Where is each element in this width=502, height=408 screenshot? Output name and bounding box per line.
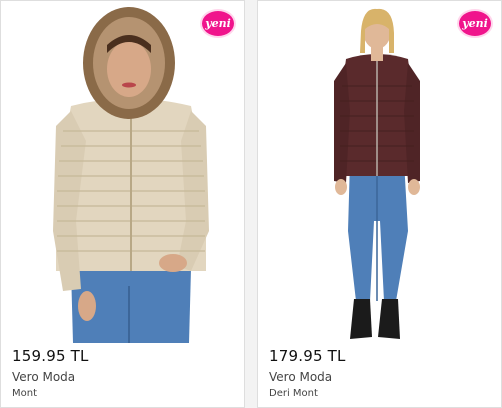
product-image[interactable] (258, 1, 501, 343)
product-price: 159.95 TL (12, 347, 89, 365)
product-card[interactable]: yeni 159.95 TL Vero Moda Mont (0, 0, 245, 408)
new-badge: yeni (457, 9, 493, 38)
product-brand[interactable]: Vero Moda (269, 370, 332, 384)
product-price: 179.95 TL (269, 347, 346, 365)
product-brand[interactable]: Vero Moda (12, 370, 75, 384)
product-card[interactable]: yeni 179.95 TL Vero Moda Deri Mont (257, 0, 502, 408)
product-category: Mont (12, 388, 38, 399)
product-category: Deri Mont (269, 388, 318, 399)
product-image[interactable] (1, 1, 244, 343)
new-badge: yeni (200, 9, 236, 38)
